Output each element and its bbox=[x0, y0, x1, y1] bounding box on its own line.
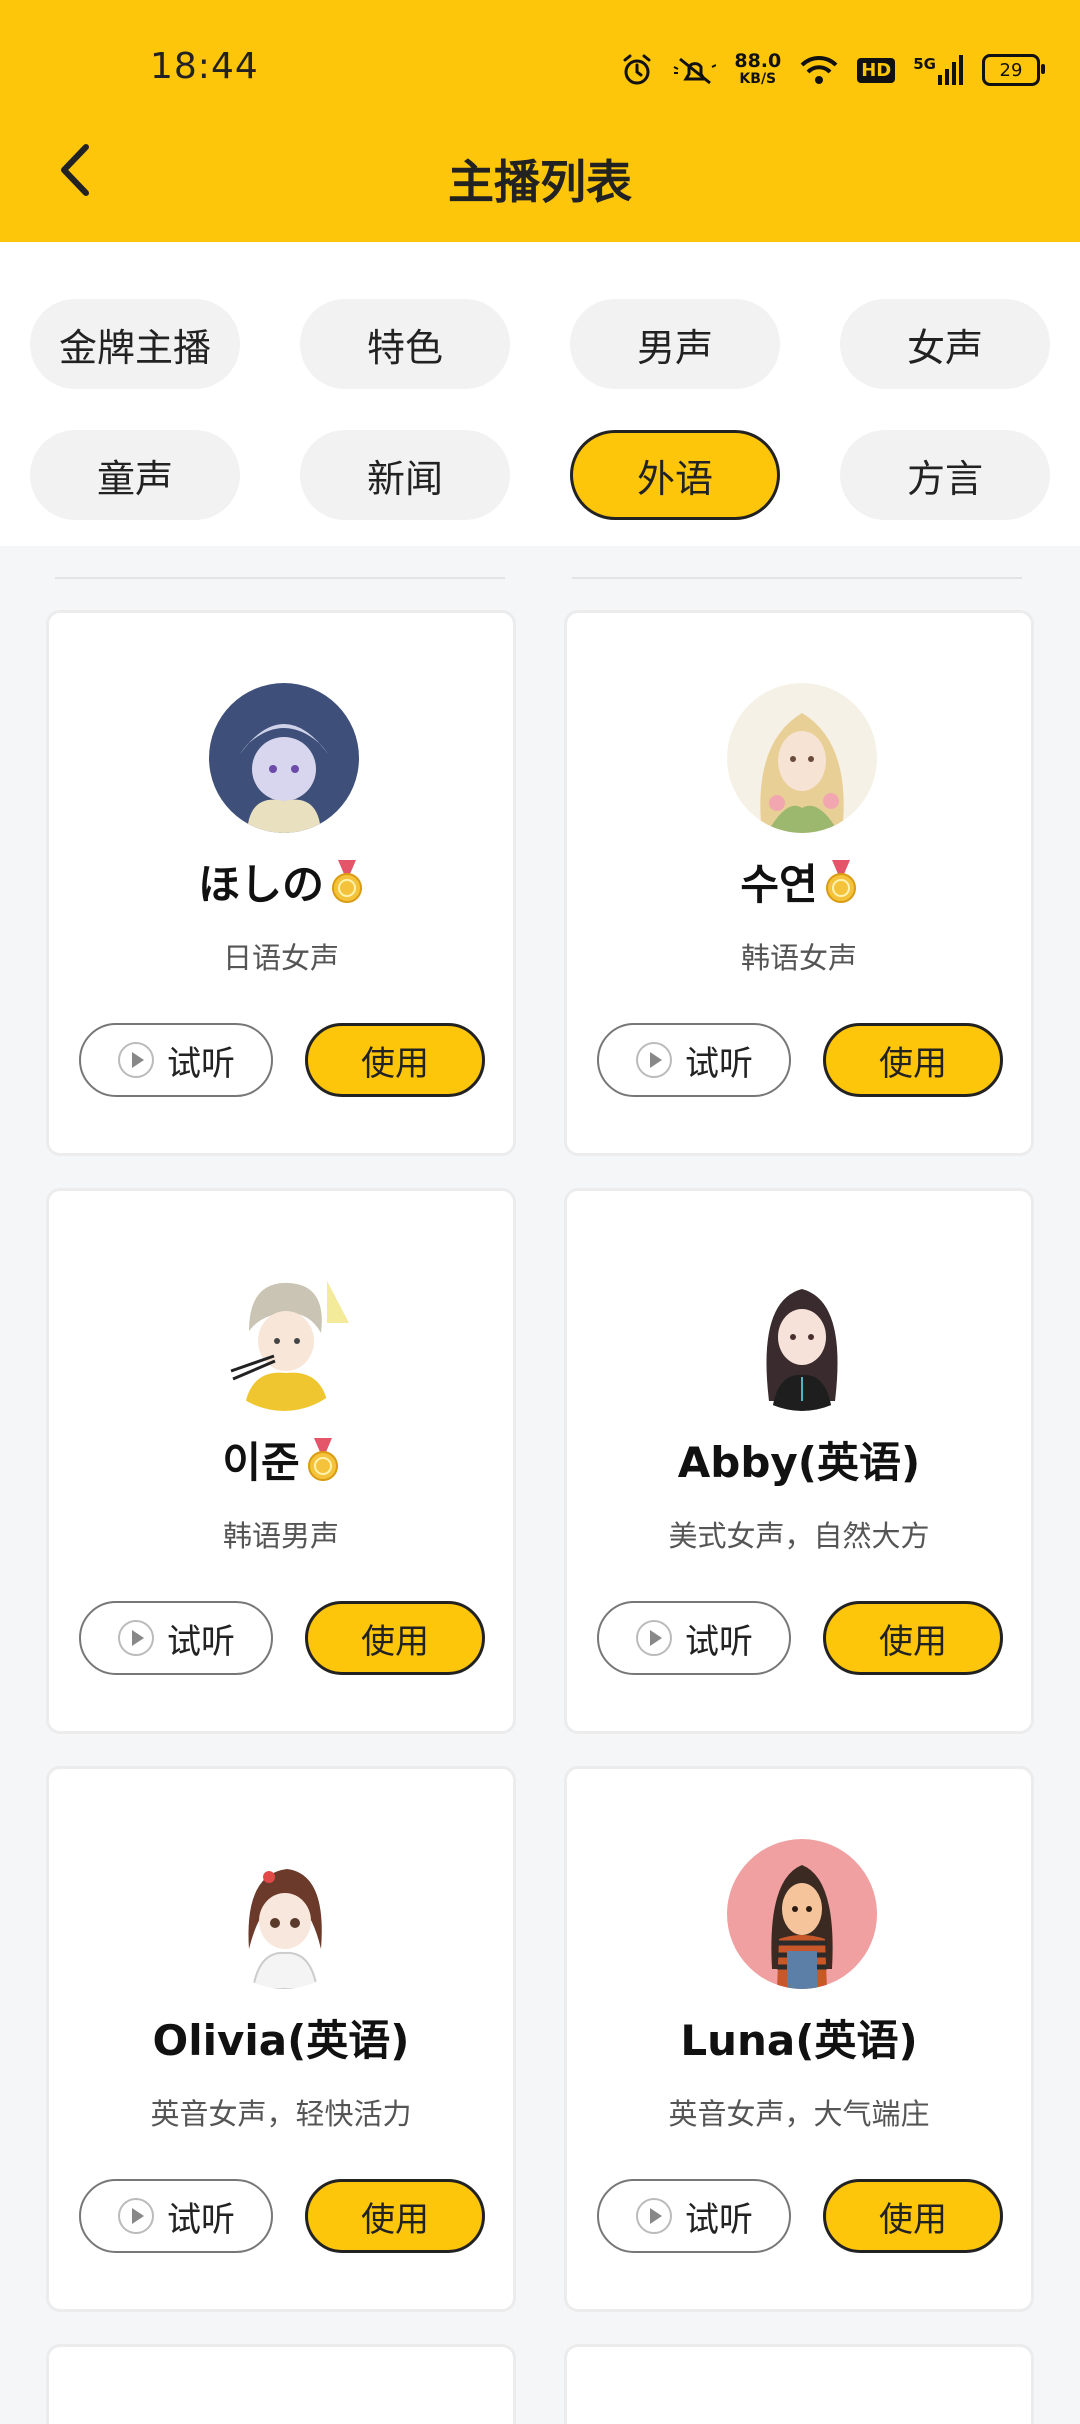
anchor-card[interactable]: ほしの 日语女声 试听 使用 bbox=[46, 610, 516, 1156]
anchor-name: Luna(英语) bbox=[680, 2016, 918, 2065]
use-button[interactable]: 使用 bbox=[823, 1023, 1003, 1097]
network-speed-unit: KB/S bbox=[739, 71, 777, 87]
battery-icon: 29 bbox=[982, 54, 1045, 86]
medal-icon bbox=[307, 1437, 338, 1481]
listen-button-label: 试听 bbox=[685, 1043, 753, 1084]
anchor-description: 英音女声，大气端庄 bbox=[668, 2097, 930, 2131]
listen-button[interactable]: 试听 bbox=[597, 1023, 791, 1097]
signal-bars-icon bbox=[938, 55, 963, 85]
anchor-description: 韩语男声 bbox=[222, 1519, 339, 1553]
anchor-name-row: Abby(英语) bbox=[567, 1429, 1031, 1490]
use-button[interactable]: 使用 bbox=[823, 1601, 1003, 1675]
anchor-description: 日语女声 bbox=[222, 941, 339, 975]
section-divider bbox=[55, 577, 505, 579]
listen-button-label: 试听 bbox=[685, 1621, 753, 1662]
use-button[interactable]: 使用 bbox=[823, 2179, 1003, 2253]
app-header: 18:44 88.0 KB/S HD 5G 29 主播列表 bbox=[0, 0, 1080, 242]
anchor-card[interactable]: 이준 韩语男声 试听 使用 bbox=[46, 1188, 516, 1734]
category-chip-dialect[interactable]: 方言 bbox=[840, 430, 1050, 520]
anchor-name-row: Luna(英语) bbox=[567, 2007, 1031, 2068]
medal-icon bbox=[332, 859, 362, 903]
battery-level: 29 bbox=[999, 59, 1023, 81]
use-button[interactable]: 使用 bbox=[305, 1601, 485, 1675]
avatar bbox=[209, 1839, 359, 1989]
network-type: 5G bbox=[913, 55, 936, 73]
play-icon bbox=[636, 1042, 672, 1078]
anchor-name: 수연 bbox=[740, 860, 818, 909]
play-icon bbox=[118, 1620, 154, 1656]
category-chip-child[interactable]: 童声 bbox=[30, 430, 240, 520]
listen-button-label: 试听 bbox=[685, 2199, 753, 2240]
avatar bbox=[727, 683, 877, 833]
avatar bbox=[727, 1261, 877, 1411]
category-chip-news[interactable]: 新闻 bbox=[300, 430, 510, 520]
listen-button[interactable]: 试听 bbox=[79, 2179, 273, 2253]
medal-icon bbox=[825, 859, 856, 903]
avatar bbox=[209, 683, 359, 833]
signal-icon: 5G bbox=[913, 55, 964, 85]
status-time: 18:44 bbox=[150, 46, 259, 87]
listen-button-label: 试听 bbox=[167, 2199, 235, 2240]
anchor-card[interactable]: Olivia(英语) 英音女声，轻快活力 试听 使用 bbox=[46, 1766, 516, 2312]
network-speed-value: 88.0 bbox=[734, 50, 782, 72]
avatar bbox=[727, 1839, 877, 1989]
anchor-name: ほしの bbox=[197, 860, 324, 909]
anchor-name-row: 수연 bbox=[567, 851, 1031, 912]
listen-button[interactable]: 试听 bbox=[79, 1601, 273, 1675]
anchor-name-row: 이준 bbox=[49, 1429, 513, 1490]
avatar bbox=[209, 1261, 359, 1411]
play-icon bbox=[118, 2198, 154, 2234]
anchor-name: Abby(英语) bbox=[677, 1438, 921, 1487]
wifi-icon bbox=[800, 55, 838, 84]
use-button[interactable]: 使用 bbox=[305, 1023, 485, 1097]
status-icons: 88.0 KB/S HD 5G 29 bbox=[620, 48, 1045, 92]
listen-button[interactable]: 试听 bbox=[79, 1023, 273, 1097]
anchor-name-row: Olivia(英语) bbox=[49, 2007, 513, 2068]
anchor-card-partial[interactable] bbox=[564, 2344, 1034, 2424]
anchor-card[interactable]: Abby(英语) 美式女声，自然大方 试听 使用 bbox=[564, 1188, 1034, 1734]
listen-button-label: 试听 bbox=[167, 1043, 235, 1084]
section-divider bbox=[572, 577, 1022, 579]
network-speed: 88.0 KB/S bbox=[734, 52, 781, 88]
anchor-name: Olivia(英语) bbox=[152, 2016, 410, 2065]
anchor-card-partial[interactable] bbox=[46, 2344, 516, 2424]
alarm-icon bbox=[623, 54, 651, 85]
listen-button[interactable]: 试听 bbox=[597, 2179, 791, 2253]
anchor-card[interactable]: 수연 韩语女声 试听 使用 bbox=[564, 610, 1034, 1156]
anchor-name: 이준 bbox=[222, 1438, 300, 1487]
listen-button-label: 试听 bbox=[167, 1621, 235, 1662]
category-chip-foreign[interactable]: 外语 bbox=[570, 430, 780, 520]
play-icon bbox=[636, 1620, 672, 1656]
play-icon bbox=[636, 2198, 672, 2234]
listen-button[interactable]: 试听 bbox=[597, 1601, 791, 1675]
category-chip-gold[interactable]: 金牌主播 bbox=[30, 299, 240, 389]
category-chip-male[interactable]: 男声 bbox=[570, 299, 780, 389]
anchor-description: 英音女声，轻快活力 bbox=[150, 2097, 412, 2131]
anchor-description: 韩语女声 bbox=[740, 941, 857, 975]
anchor-description: 美式女声，自然大方 bbox=[668, 1519, 930, 1553]
use-button[interactable]: 使用 bbox=[305, 2179, 485, 2253]
anchor-name-row: ほしの bbox=[49, 851, 513, 912]
anchor-card[interactable]: Luna(英语) 英音女声，大气端庄 试听 使用 bbox=[564, 1766, 1034, 2312]
hd-badge: HD bbox=[857, 57, 896, 83]
mute-bell-icon bbox=[673, 57, 717, 85]
category-chip-featured[interactable]: 特色 bbox=[300, 299, 510, 389]
play-icon bbox=[118, 1042, 154, 1078]
category-chip-female[interactable]: 女声 bbox=[840, 299, 1050, 389]
category-filter: 金牌主播 特色 男声 女声 童声 新闻 外语 方言 bbox=[0, 242, 1080, 546]
page-title: 主播列表 bbox=[448, 155, 632, 209]
